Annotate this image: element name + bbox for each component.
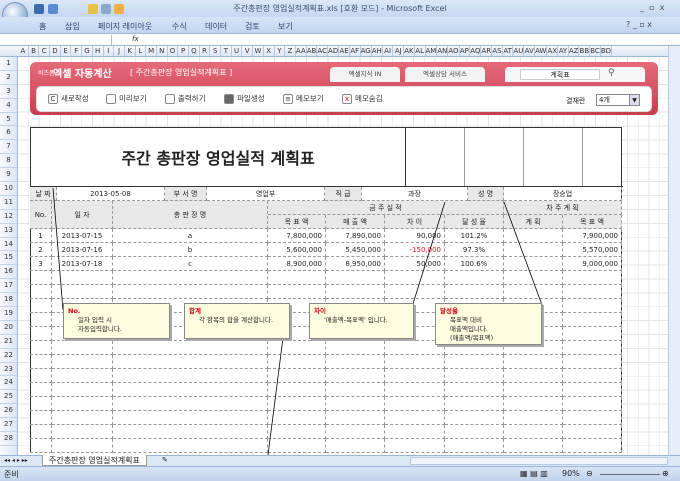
note-line: 목표액 대비: [450, 316, 482, 324]
note-title: No.: [68, 307, 81, 315]
note-line: '매출액-목표액' 입니다.: [324, 316, 388, 324]
arrow-no: [52, 187, 64, 311]
sheet-tab-bar: ◂◂ ◂ ▸ ▸▸ 주간총판장 영업실적계획표 ✎: [0, 455, 680, 466]
sheet-tab-active[interactable]: 주간총판장 영업실적계획표: [42, 455, 147, 466]
note-arrows: [52, 187, 543, 456]
arrow-sum: [267, 329, 285, 456]
note-rate: 달성율 목표액 대비 매출액입니다. (매출액/목표액): [435, 303, 542, 345]
insert-sheet-icon[interactable]: ✎: [162, 456, 168, 464]
horizontal-scrollbar[interactable]: [410, 457, 668, 465]
note-title: 달성율: [440, 307, 458, 315]
zoom-level: 90%: [562, 469, 580, 478]
note-line: 매출액입니다.: [450, 325, 488, 333]
status-bar: 준비 ▦ ▤ ▥ 90% ⊖ ⊕: [0, 466, 680, 481]
note-title: 합계: [189, 307, 201, 315]
note-sum: 합계 각 항목의 합을 계산합니다.: [184, 303, 290, 339]
arrow-rate: [503, 201, 543, 306]
zoom-in-icon[interactable]: ⊕: [662, 469, 669, 478]
view-buttons[interactable]: ▦ ▤ ▥: [520, 469, 548, 478]
note-line: (매출액/목표액): [450, 334, 494, 342]
zoom-slider[interactable]: [600, 474, 660, 475]
note-line: 일자 입력 시: [78, 316, 113, 324]
zoom-out-icon[interactable]: ⊖: [586, 469, 593, 478]
arrow-diff: [410, 201, 446, 311]
status-ready: 준비: [4, 470, 19, 479]
note-title: 차이: [314, 307, 326, 315]
sheet-nav-icon[interactable]: ◂◂ ◂ ▸ ▸▸: [4, 457, 28, 464]
note-diff: 차이 '매출액-목표액' 입니다.: [309, 303, 414, 339]
note-line: 각 항목의 합을 계산합니다.: [199, 316, 274, 324]
note-line: 자동입력합니다.: [78, 325, 122, 333]
note-no: No. 일자 입력 시 자동입력합니다.: [63, 303, 170, 339]
